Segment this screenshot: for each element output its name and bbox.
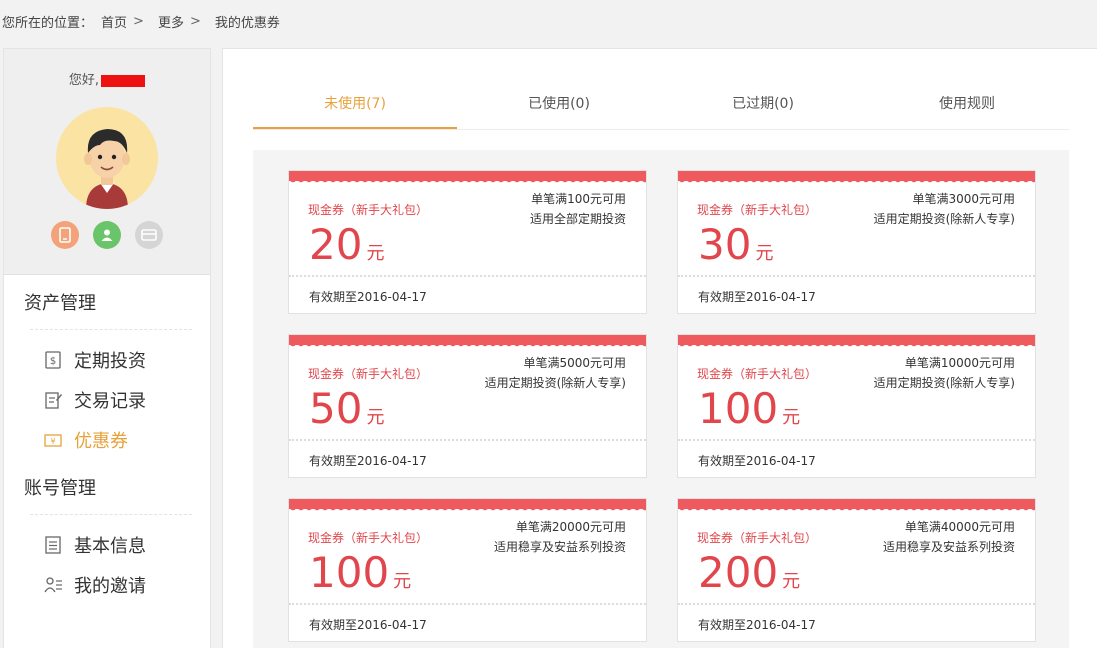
main-panel: 未使用(7) 已使用(0) 已过期(0) 使用规则 现金券（新手大礼包） 20 元… (222, 48, 1097, 648)
avatar[interactable] (56, 107, 158, 209)
coupon-expiry: 有效期至2016-04-17 (698, 454, 816, 468)
coupon-expiry: 有效期至2016-04-17 (698, 290, 816, 304)
coupon-amount: 20 元 (309, 220, 385, 269)
divider (678, 275, 1035, 277)
divider (289, 603, 646, 605)
coupon-card[interactable]: 现金券（新手大礼包） 100 元 单笔满10000元可用 适用定期投资(除新人专享)… (677, 334, 1036, 478)
coupon-band (678, 335, 1035, 349)
coupon-card[interactable]: 现金券（新手大礼包） 200 元 单笔满40000元可用 适用稳享及安益系列投资 有… (677, 498, 1036, 642)
section-asset-management: 资产管理 $ 定期投资 交易记录 ¥ 优惠券 (4, 275, 210, 460)
breadcrumb-prefix: 您所在的位置： (2, 15, 94, 31)
coupon-type: 现金券（新手大礼包） (308, 367, 429, 381)
coupon-conditions: 单笔满5000元可用 适用定期投资(除新人专享) (484, 356, 626, 390)
divider (678, 439, 1035, 441)
profile-panel: 您好, (4, 49, 210, 275)
breadcrumb-home[interactable]: 首页 (101, 12, 127, 31)
sidebar-item-label: 交易记录 (74, 391, 146, 412)
coupon-expiry: 有效期至2016-04-17 (309, 290, 427, 304)
greeting-text: 您好, (68, 73, 100, 88)
svg-text:¥: ¥ (50, 437, 55, 446)
sidebar-item-label: 我的邀请 (74, 576, 146, 597)
card-icon[interactable] (135, 221, 163, 249)
sidebar-item-basic-info[interactable]: 基本信息 (4, 525, 210, 565)
profile-shortcuts (4, 221, 210, 249)
breadcrumb-current: 我的优惠券 (214, 15, 280, 31)
coupon-icon: ¥ (42, 429, 64, 451)
coupon-card[interactable]: 现金券（新手大礼包） 100 元 单笔满20000元可用 适用稳享及安益系列投资 有… (288, 498, 647, 642)
sidebar-item-invitations[interactable]: 我的邀请 (4, 565, 210, 605)
coupon-type: 现金券（新手大礼包） (308, 531, 429, 545)
avatar-illustration (84, 129, 130, 209)
phone-icon[interactable] (51, 221, 79, 249)
greeting: 您好, (4, 69, 210, 88)
coupon-amount: 30 元 (698, 220, 774, 269)
coupon-conditions: 单笔满3000元可用 适用定期投资(除新人专享) (873, 192, 1015, 226)
coupon-band (289, 335, 646, 349)
coupon-amount: 100 元 (309, 548, 412, 597)
tab-expired[interactable]: 已过期(0) (661, 83, 865, 129)
invite-icon (42, 574, 64, 596)
divider (289, 439, 646, 441)
coupon-conditions: 单笔满10000元可用 适用定期投资(除新人专享) (873, 356, 1015, 390)
tab-used[interactable]: 已使用(0) (457, 83, 661, 129)
coupon-card[interactable]: 现金券（新手大礼包） 20 元 单笔满100元可用 适用全部定期投资 有效期至201… (288, 170, 647, 314)
coupon-card[interactable]: 现金券（新手大礼包） 30 元 单笔满3000元可用 适用定期投资(除新人专享) 有… (677, 170, 1036, 314)
svg-text:$: $ (50, 356, 56, 367)
coupon-grid: 现金券（新手大礼包） 20 元 单笔满100元可用 适用全部定期投资 有效期至201… (253, 150, 1069, 648)
coupon-type: 现金券（新手大礼包） (308, 203, 429, 217)
coupon-type: 现金券（新手大礼包） (697, 367, 818, 381)
sidebar: 您好, 资产管理 $ 定期投资 交易记录 ¥ 优惠券 账号管理 基本信息 我的邀… (3, 48, 211, 648)
breadcrumb: 您所在的位置： 首页 > 更多 > 我的优惠券 (0, 0, 1097, 42)
coupon-band (678, 171, 1035, 185)
coupon-band (678, 499, 1035, 513)
coupon-amount: 50 元 (309, 384, 385, 433)
sidebar-item-transactions[interactable]: 交易记录 (4, 380, 210, 420)
section-title: 账号管理 (24, 478, 96, 499)
coupon-band (289, 499, 646, 513)
divider (289, 275, 646, 277)
breadcrumb-more[interactable]: 更多 (158, 12, 184, 31)
redacted-username (101, 74, 146, 87)
user-icon[interactable] (93, 221, 121, 249)
coupon-conditions: 单笔满40000元可用 适用稳享及安益系列投资 (882, 520, 1015, 554)
coupon-conditions: 单笔满20000元可用 适用稳享及安益系列投资 (493, 520, 626, 554)
coupon-type: 现金券（新手大礼包） (697, 203, 818, 217)
divider (678, 603, 1035, 605)
coupon-expiry: 有效期至2016-04-17 (309, 454, 427, 468)
coupon-band (289, 171, 646, 185)
divider (30, 514, 192, 515)
sidebar-item-label: 定期投资 (74, 351, 146, 372)
coupon-amount: 100 元 (698, 384, 801, 433)
coupon-type: 现金券（新手大礼包） (697, 531, 818, 545)
coupon-expiry: 有效期至2016-04-17 (309, 618, 427, 632)
sidebar-item-invest[interactable]: $ 定期投资 (4, 340, 210, 380)
document-icon (42, 534, 64, 556)
sidebar-item-label: 优惠券 (74, 431, 128, 452)
breadcrumb-separator: > (189, 13, 201, 29)
edit-icon (42, 389, 64, 411)
sidebar-item-coupons[interactable]: ¥ 优惠券 (4, 420, 210, 460)
coupon-tabs: 未使用(7) 已使用(0) 已过期(0) 使用规则 (253, 83, 1069, 130)
divider (30, 329, 192, 330)
invest-icon: $ (42, 349, 64, 371)
tab-rules[interactable]: 使用规则 (865, 83, 1069, 129)
coupon-card[interactable]: 现金券（新手大礼包） 50 元 单笔满5000元可用 适用定期投资(除新人专享) 有… (288, 334, 647, 478)
coupon-conditions: 单笔满100元可用 适用全部定期投资 (529, 192, 626, 226)
sidebar-item-label: 基本信息 (74, 536, 146, 557)
breadcrumb-separator: > (133, 13, 144, 29)
section-account-management: 账号管理 基本信息 我的邀请 (4, 460, 210, 605)
section-title: 资产管理 (24, 293, 96, 314)
coupon-expiry: 有效期至2016-04-17 (698, 618, 816, 632)
tab-unused[interactable]: 未使用(7) (253, 83, 457, 129)
coupon-amount: 200 元 (698, 548, 801, 597)
